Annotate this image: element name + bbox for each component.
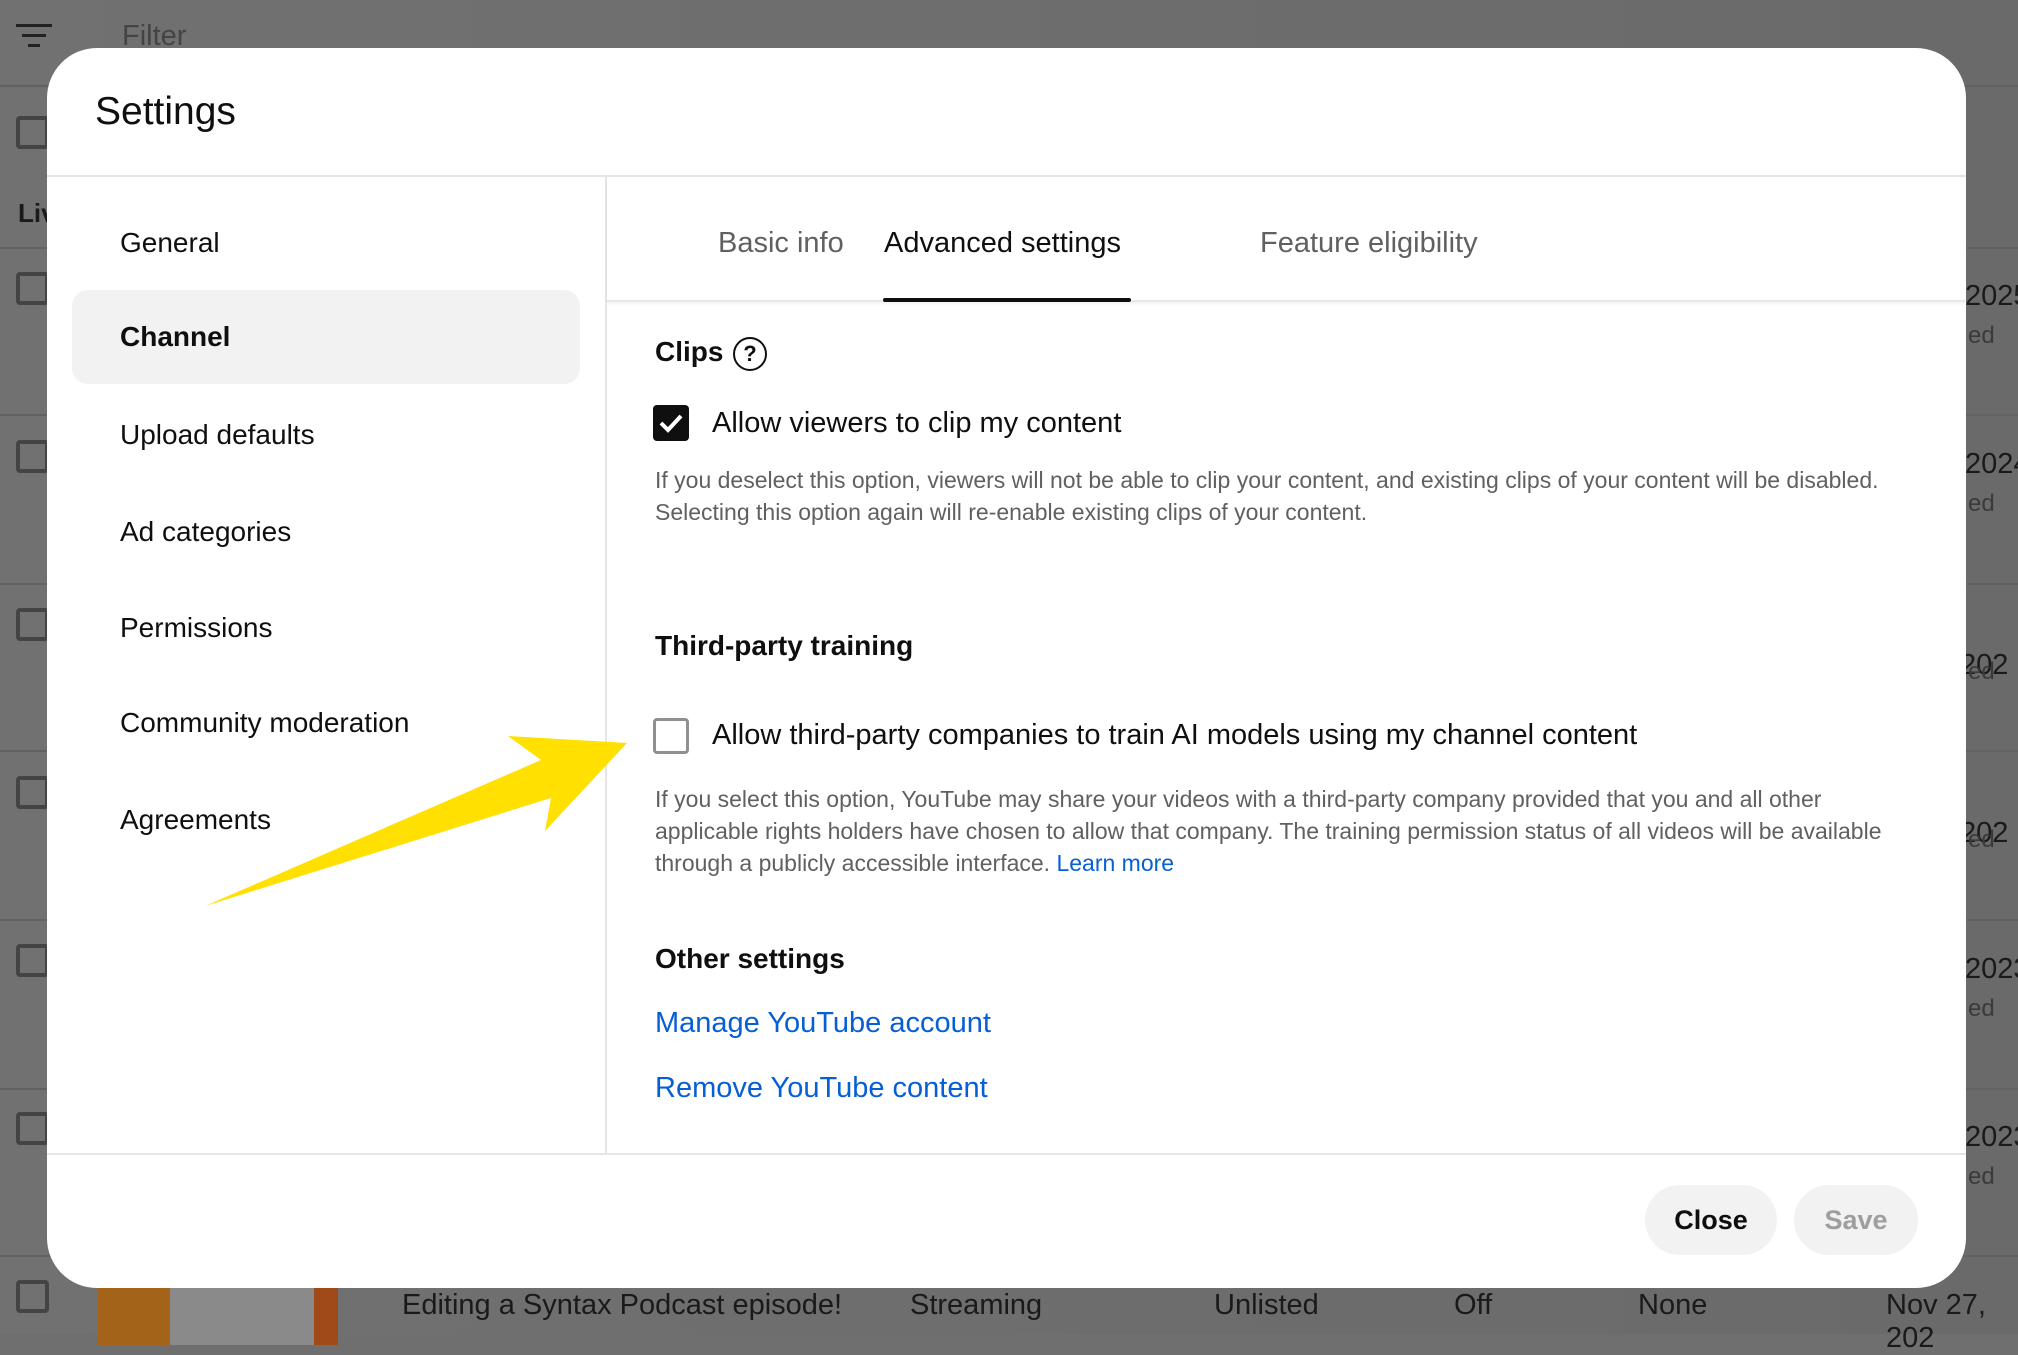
annotation-arrow-icon: [205, 736, 627, 906]
